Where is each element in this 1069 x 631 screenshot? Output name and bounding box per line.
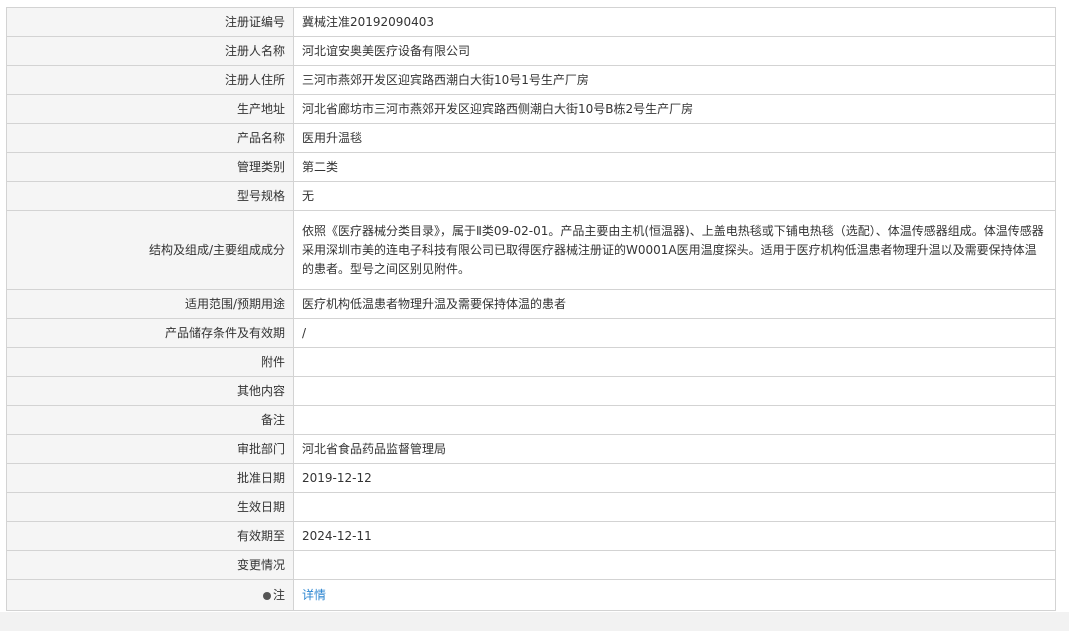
row-storage-validity: 产品储存条件及有效期 / bbox=[6, 318, 1056, 348]
field-value: 河北谊安奥美医疗设备有限公司 bbox=[293, 36, 1056, 66]
row-approval-department: 审批部门 河北省食品药品监督管理局 bbox=[6, 434, 1056, 464]
field-value bbox=[293, 376, 1056, 406]
row-remarks: 备注 bbox=[6, 405, 1056, 435]
field-label: 产品名称 bbox=[6, 123, 294, 153]
row-change-history: 变更情况 bbox=[6, 550, 1056, 580]
row-product-name: 产品名称 医用升温毯 bbox=[6, 123, 1056, 153]
field-value: 依照《医疗器械分类目录》，属于Ⅱ类09-02-01。产品主要由主机(恒温器)、上… bbox=[293, 210, 1056, 290]
field-label: 有效期至 bbox=[6, 521, 294, 551]
field-label: 生产地址 bbox=[6, 94, 294, 124]
field-value: 2019-12-12 bbox=[293, 463, 1056, 493]
field-value: 河北省廊坊市三河市燕郊开发区迎宾路西侧潮白大街10号B栋2号生产厂房 bbox=[293, 94, 1056, 124]
row-other-content: 其他内容 bbox=[6, 376, 1056, 406]
field-value bbox=[293, 405, 1056, 435]
field-value bbox=[293, 347, 1056, 377]
row-approval-date: 批准日期 2019-12-12 bbox=[6, 463, 1056, 493]
row-model-spec: 型号规格 无 bbox=[6, 181, 1056, 211]
field-label: 产品储存条件及有效期 bbox=[6, 318, 294, 348]
detail-table: 注册证编号 冀械注准20192090403 注册人名称 河北谊安奥美医疗设备有限… bbox=[6, 7, 1056, 611]
field-label: 结构及组成/主要组成成分 bbox=[6, 210, 294, 290]
row-registrant-name: 注册人名称 河北谊安奥美医疗设备有限公司 bbox=[6, 36, 1056, 66]
field-value: 冀械注准20192090403 bbox=[293, 7, 1056, 37]
details-link[interactable]: 详情 bbox=[302, 588, 326, 602]
field-label: 备注 bbox=[6, 405, 294, 435]
field-label: 附件 bbox=[6, 347, 294, 377]
field-value bbox=[293, 550, 1056, 580]
field-label: 其他内容 bbox=[6, 376, 294, 406]
note-label: 注 bbox=[272, 588, 285, 602]
field-value bbox=[293, 492, 1056, 522]
row-note: 注 详情 bbox=[6, 579, 1056, 611]
field-value: 2024-12-11 bbox=[293, 521, 1056, 551]
note-label-cell: 注 bbox=[6, 579, 294, 611]
field-value: 河北省食品药品监督管理局 bbox=[293, 434, 1056, 464]
field-value: 医用升温毯 bbox=[293, 123, 1056, 153]
field-label: 批准日期 bbox=[6, 463, 294, 493]
field-label: 适用范围/预期用途 bbox=[6, 289, 294, 319]
field-label: 注册证编号 bbox=[6, 7, 294, 37]
row-scope-of-use: 适用范围/预期用途 医疗机构低温患者物理升温及需要保持体温的患者 bbox=[6, 289, 1056, 319]
field-label: 注册人名称 bbox=[6, 36, 294, 66]
field-label: 型号规格 bbox=[6, 181, 294, 211]
row-registrant-address: 注册人住所 三河市燕郊开发区迎宾路西潮白大街10号1号生产厂房 bbox=[6, 65, 1056, 95]
field-value: 医疗机构低温患者物理升温及需要保持体温的患者 bbox=[293, 289, 1056, 319]
row-valid-until: 有效期至 2024-12-11 bbox=[6, 521, 1056, 551]
field-value: 三河市燕郊开发区迎宾路西潮白大街10号1号生产厂房 bbox=[293, 65, 1056, 95]
row-effective-date: 生效日期 bbox=[6, 492, 1056, 522]
field-label: 审批部门 bbox=[6, 434, 294, 464]
field-label: 注册人住所 bbox=[6, 65, 294, 95]
field-value: 无 bbox=[293, 181, 1056, 211]
bottom-bar bbox=[0, 612, 1069, 631]
location-pin-icon bbox=[262, 591, 271, 600]
field-value: 第二类 bbox=[293, 152, 1056, 182]
row-structure-composition: 结构及组成/主要组成成分 依照《医疗器械分类目录》，属于Ⅱ类09-02-01。产… bbox=[6, 210, 1056, 290]
row-attachment: 附件 bbox=[6, 347, 1056, 377]
row-production-address: 生产地址 河北省廊坊市三河市燕郊开发区迎宾路西侧潮白大街10号B栋2号生产厂房 bbox=[6, 94, 1056, 124]
row-registration-no: 注册证编号 冀械注准20192090403 bbox=[6, 7, 1056, 37]
note-value-cell: 详情 bbox=[293, 579, 1056, 611]
row-management-class: 管理类别 第二类 bbox=[6, 152, 1056, 182]
field-label: 管理类别 bbox=[6, 152, 294, 182]
field-label: 变更情况 bbox=[6, 550, 294, 580]
field-label: 生效日期 bbox=[6, 492, 294, 522]
field-value: / bbox=[293, 318, 1056, 348]
registration-detail: 注册证编号 冀械注准20192090403 注册人名称 河北谊安奥美医疗设备有限… bbox=[6, 7, 1056, 611]
